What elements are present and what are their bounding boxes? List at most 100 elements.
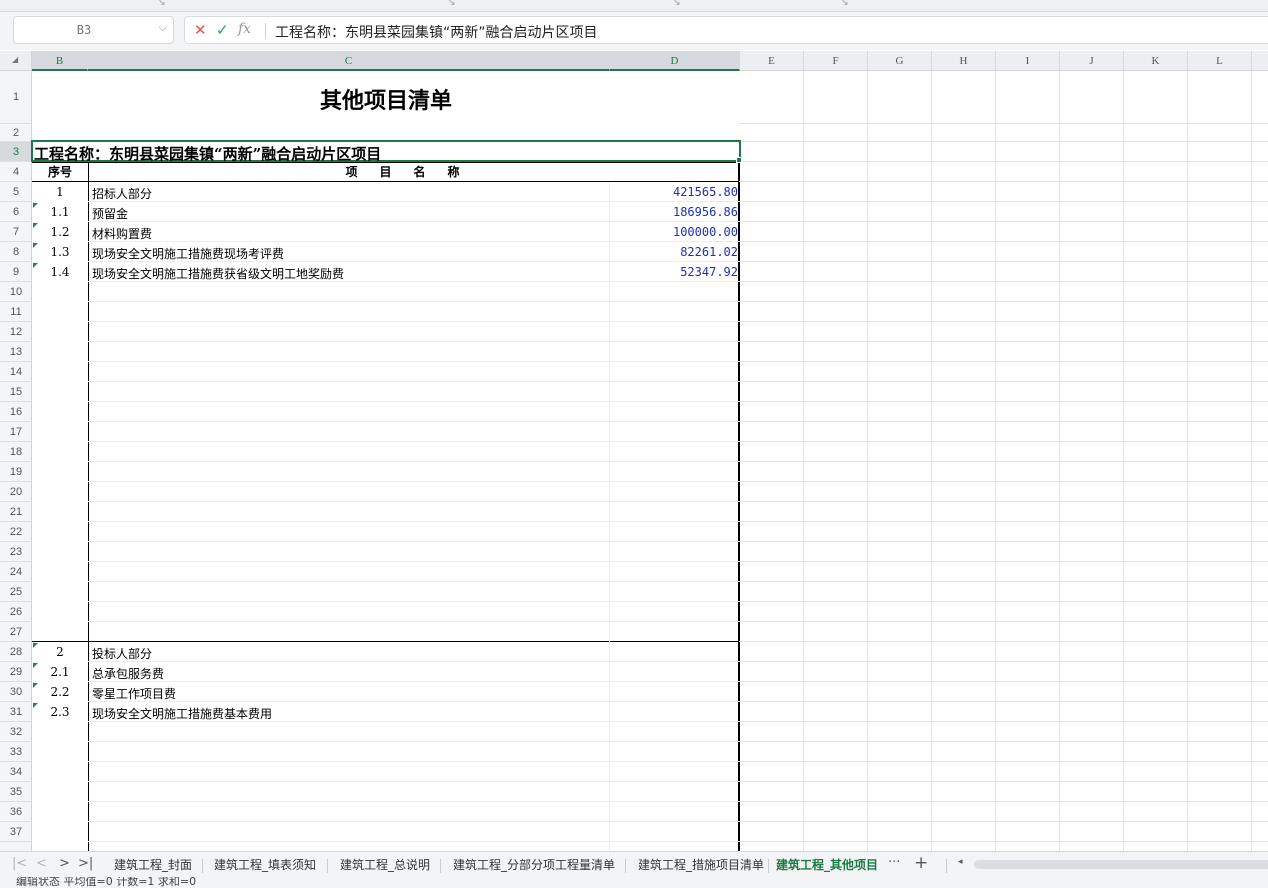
row-header[interactable]: 21	[0, 502, 32, 522]
more-tabs-button[interactable]: ···	[888, 855, 900, 870]
row-header[interactable]: 23	[0, 542, 32, 562]
row-header[interactable]: 25	[0, 582, 32, 602]
row-header[interactable]: 17	[0, 422, 32, 442]
prev-sheet-button[interactable]: <	[36, 856, 47, 871]
column-header[interactable]: C	[88, 51, 610, 71]
item-name-cell[interactable]: 零星工作项目费	[92, 685, 176, 702]
formula-content[interactable]: 工程名称：东明县菜园集镇“两新”融合启动片区项目	[275, 22, 598, 42]
row-header[interactable]: 19	[0, 462, 32, 482]
item-name-cell[interactable]: 投标人部分	[92, 645, 152, 662]
row-header[interactable]: 37	[0, 822, 32, 842]
item-name-cell[interactable]: 现场安全文明施工措施费获省级文明工地奖励费	[92, 265, 344, 282]
row-header[interactable]: 30	[0, 682, 32, 702]
scroll-left-icon[interactable]: ◂	[958, 857, 963, 867]
column-header[interactable]: J	[1060, 51, 1124, 71]
column-header[interactable]: G	[868, 51, 932, 71]
row-header[interactable]: 7	[0, 222, 32, 242]
name-box[interactable]: B3 ⌵	[13, 16, 174, 44]
seq-cell[interactable]: 2.3	[32, 705, 88, 719]
row-header[interactable]: 35	[0, 782, 32, 802]
row-header[interactable]: 16	[0, 402, 32, 422]
row-header[interactable]: 8	[0, 242, 32, 262]
row-header[interactable]: 12	[0, 322, 32, 342]
row-header[interactable]: 27	[0, 622, 32, 642]
group-launcher-icon[interactable]: ↘	[448, 0, 456, 8]
amount-cell[interactable]: 100000.00	[610, 225, 738, 239]
seq-cell[interactable]: 1.3	[32, 245, 88, 259]
column-header[interactable]: K	[1124, 51, 1188, 71]
row-header[interactable]: 15	[0, 382, 32, 402]
row-header[interactable]: 10	[0, 282, 32, 302]
row-header[interactable]: 13	[0, 342, 32, 362]
confirm-icon[interactable]: ✓	[216, 21, 229, 39]
row-header[interactable]: 28	[0, 642, 32, 662]
column-header[interactable]: E	[740, 51, 804, 71]
row-header[interactable]: 14	[0, 362, 32, 382]
horizontal-scrollbar[interactable]	[974, 860, 1268, 869]
header-name-cell[interactable]: 项目名称	[88, 163, 739, 180]
row-header[interactable]: 24	[0, 562, 32, 582]
seq-cell[interactable]: 1	[32, 185, 88, 199]
tab-measures-list[interactable]: 建筑工程_措施项目清单	[638, 856, 764, 873]
row-header[interactable]: 29	[0, 662, 32, 682]
item-name-cell[interactable]: 现场安全文明施工措施费现场考评费	[92, 245, 284, 262]
header-seq-cell[interactable]: 序号	[32, 163, 88, 180]
row-header[interactable]: 5	[0, 182, 32, 202]
seq-cell[interactable]: 1.2	[32, 225, 88, 239]
row-header[interactable]: 2	[0, 124, 32, 142]
formula-input[interactable]: ✕ ✓ fx 工程名称：东明县菜园集镇“两新”融合启动片区项目	[184, 16, 1268, 44]
row-header[interactable]: 22	[0, 522, 32, 542]
item-name-cell[interactable]: 现场安全文明施工措施费基本费用	[92, 705, 272, 722]
row-header[interactable]: 6	[0, 202, 32, 222]
row-header[interactable]: 4	[0, 162, 32, 182]
function-icon[interactable]: fx	[238, 21, 251, 37]
row-header[interactable]: 1	[0, 71, 32, 124]
group-launcher-icon[interactable]: ↘	[158, 0, 166, 8]
select-all-button[interactable]: ◢	[0, 51, 32, 71]
column-header[interactable]: L	[1188, 51, 1252, 71]
row-header[interactable]: 11	[0, 302, 32, 322]
add-sheet-button[interactable]: +	[914, 853, 928, 873]
amount-cell[interactable]: 82261.02	[610, 245, 738, 259]
cancel-icon[interactable]: ✕	[194, 21, 207, 39]
project-name-cell[interactable]: 工程名称：东明县菜园集镇“两新”融合启动片区项目	[34, 143, 381, 164]
group-launcher-icon[interactable]: ↘	[841, 0, 849, 8]
chevron-down-icon[interactable]: ⌵	[159, 21, 167, 35]
row-header[interactable]: 31	[0, 702, 32, 722]
next-sheet-button[interactable]: >	[59, 856, 70, 871]
tab-other-items[interactable]: 建筑工程_其他项目	[776, 856, 878, 873]
column-header[interactable]: I	[996, 51, 1060, 71]
cell-area[interactable]: 其他项目清单 工程名称：东明县菜园集镇“两新”融合启动片区项目 序号 项目名称 …	[31, 71, 1268, 851]
tab-general-notes[interactable]: 建筑工程_总说明	[340, 856, 430, 873]
row-header[interactable]: 34	[0, 762, 32, 782]
row-header[interactable]: 32	[0, 722, 32, 742]
group-launcher-icon[interactable]: ↘	[673, 0, 681, 8]
item-name-cell[interactable]: 总承包服务费	[92, 665, 164, 682]
row-header[interactable]: 3	[0, 142, 32, 162]
column-header[interactable]: H	[932, 51, 996, 71]
seq-cell[interactable]: 2	[32, 645, 88, 659]
row-header[interactable]: 36	[0, 802, 32, 822]
row-header[interactable]: 9	[0, 262, 32, 282]
column-header[interactable]: D	[610, 51, 740, 71]
seq-cell[interactable]: 2.1	[32, 665, 88, 679]
row-header[interactable]: 26	[0, 602, 32, 622]
seq-cell[interactable]: 1.1	[32, 205, 88, 219]
tab-cover[interactable]: 建筑工程_封面	[114, 856, 192, 873]
last-sheet-button[interactable]: >|	[78, 856, 93, 871]
tab-instructions[interactable]: 建筑工程_填表须知	[214, 856, 316, 873]
tab-bill-of-quantities[interactable]: 建筑工程_分部分项工程量清单	[453, 856, 615, 873]
seq-cell[interactable]: 2.2	[32, 685, 88, 699]
amount-cell[interactable]: 186956.86	[610, 205, 738, 219]
seq-cell[interactable]: 1.4	[32, 265, 88, 279]
column-header[interactable]: F	[804, 51, 868, 71]
row-header[interactable]: 33	[0, 742, 32, 762]
item-name-cell[interactable]: 招标人部分	[92, 185, 152, 202]
first-sheet-button[interactable]: |<	[12, 856, 27, 871]
row-header[interactable]: 20	[0, 482, 32, 502]
amount-cell[interactable]: 52347.92	[610, 265, 738, 279]
item-name-cell[interactable]: 预留金	[92, 205, 128, 222]
amount-cell[interactable]: 421565.80	[610, 185, 738, 199]
sheet-title[interactable]: 其他项目清单	[32, 83, 740, 115]
column-header[interactable]: B	[32, 51, 88, 71]
